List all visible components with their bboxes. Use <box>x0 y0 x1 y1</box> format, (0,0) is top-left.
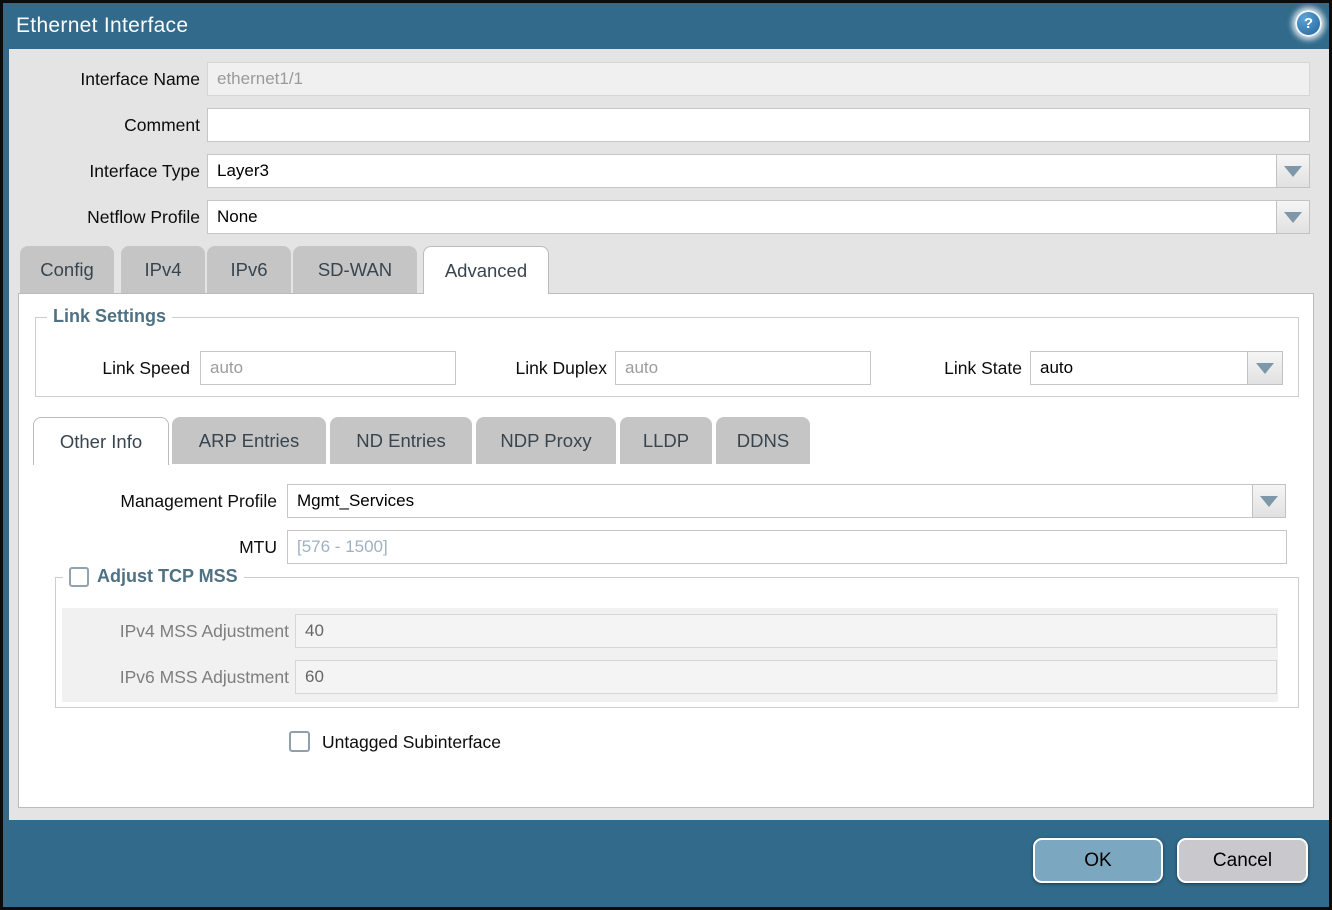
management-profile-dropdown-button[interactable] <box>1252 484 1286 518</box>
link-duplex-input[interactable] <box>615 351 871 385</box>
comment-input[interactable] <box>207 108 1310 142</box>
management-profile-label: Management Profile <box>63 484 277 518</box>
interface-type-input[interactable] <box>207 154 1277 188</box>
link-settings-legend: Link Settings <box>47 306 172 327</box>
ipv4-mss-input <box>295 614 1277 648</box>
link-duplex-label: Link Duplex <box>443 351 607 385</box>
link-state-label: Link State <box>863 351 1022 385</box>
untagged-subinterface-label: Untagged Subinterface <box>322 731 501 753</box>
chevron-down-icon <box>1256 363 1274 374</box>
ok-button[interactable]: OK <box>1033 838 1163 883</box>
mtu-input[interactable] <box>287 530 1287 564</box>
untagged-subinterface-checkbox[interactable] <box>289 731 310 752</box>
ethernet-interface-dialog: Ethernet Interface ? Interface Name Comm… <box>0 0 1332 910</box>
comment-label: Comment <box>3 108 200 142</box>
adjust-tcp-mss-legend-text: Adjust TCP MSS <box>97 566 238 587</box>
netflow-profile-label: Netflow Profile <box>3 200 200 234</box>
chevron-down-icon <box>1284 166 1302 177</box>
ipv4-mss-label: IPv4 MSS Adjustment <box>83 614 289 648</box>
tab-ipv4[interactable]: IPv4 <box>121 246 205 293</box>
subtab-nd-entries[interactable]: ND Entries <box>330 417 472 464</box>
ipv6-mss-label: IPv6 MSS Adjustment <box>83 660 289 694</box>
adjust-tcp-mss-checkbox[interactable] <box>69 567 89 587</box>
tab-sd-wan[interactable]: SD-WAN <box>293 246 417 293</box>
subtab-ddns[interactable]: DDNS <box>716 417 810 464</box>
link-settings-legend-text: Link Settings <box>53 306 166 327</box>
cancel-button[interactable]: Cancel <box>1177 838 1308 883</box>
link-state-input[interactable] <box>1030 351 1248 385</box>
tab-ipv6[interactable]: IPv6 <box>207 246 291 293</box>
mtu-label: MTU <box>63 530 277 564</box>
interface-name-input <box>207 62 1310 96</box>
adjust-tcp-mss-legend: Adjust TCP MSS <box>63 566 244 587</box>
netflow-profile-dropdown-button[interactable] <box>1276 200 1310 234</box>
subtab-arp-entries[interactable]: ARP Entries <box>172 417 326 464</box>
dialog-title: Ethernet Interface <box>3 14 188 38</box>
tab-config[interactable]: Config <box>20 246 114 293</box>
management-profile-input[interactable] <box>287 484 1253 518</box>
subtab-other-info[interactable]: Other Info <box>33 417 169 465</box>
subtab-ndp-proxy[interactable]: NDP Proxy <box>476 417 616 464</box>
link-speed-input[interactable] <box>200 351 456 385</box>
footer-bar: OK Cancel <box>3 820 1329 907</box>
main-tab-bar: Config IPv4 IPv6 SD-WAN Advanced <box>3 246 1329 293</box>
link-speed-label: Link Speed <box>43 351 190 385</box>
link-state-dropdown-button[interactable] <box>1247 351 1283 385</box>
help-icon[interactable]: ? <box>1295 10 1322 37</box>
netflow-profile-input[interactable] <box>207 200 1277 234</box>
interface-type-label: Interface Type <box>3 154 200 188</box>
chevron-down-icon <box>1260 496 1278 507</box>
sub-tab-bar: Other Info ARP Entries ND Entries NDP Pr… <box>3 417 1329 464</box>
title-bar: Ethernet Interface <box>3 3 1329 49</box>
ipv6-mss-input <box>295 660 1277 694</box>
interface-type-dropdown-button[interactable] <box>1276 154 1310 188</box>
tab-advanced[interactable]: Advanced <box>423 246 549 294</box>
subtab-lldp[interactable]: LLDP <box>620 417 712 464</box>
interface-name-label: Interface Name <box>3 62 200 96</box>
chevron-down-icon <box>1284 212 1302 223</box>
